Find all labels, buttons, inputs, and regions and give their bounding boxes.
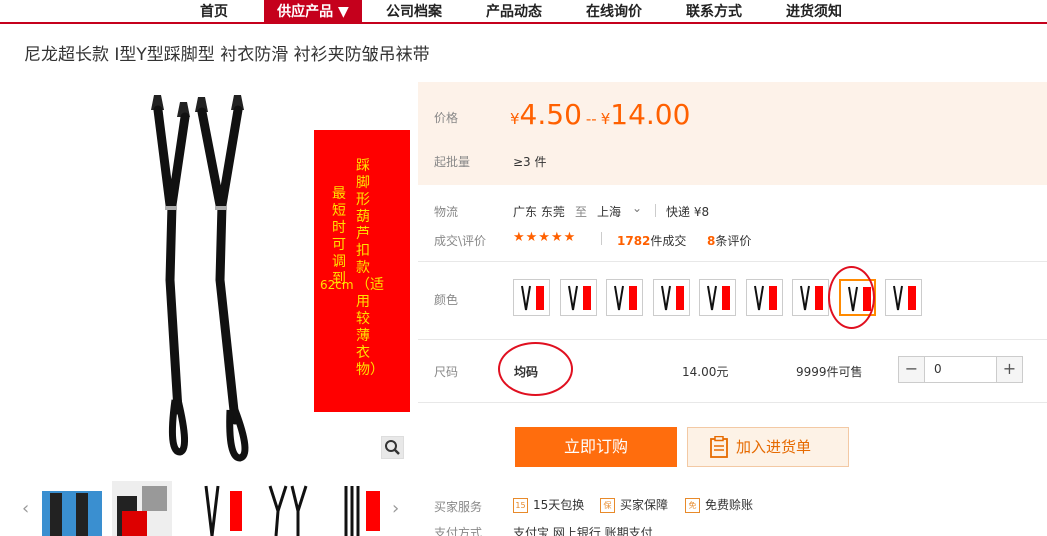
- banner-text-side: 最短时可调到: [332, 186, 346, 287]
- color-swatch[interactable]: [745, 279, 783, 316]
- reviews-count[interactable]: 8条评价: [707, 232, 751, 249]
- services-label: 买家服务: [434, 500, 483, 514]
- color-swatch[interactable]: [606, 279, 643, 316]
- logistics-from: 广东 东莞: [513, 205, 565, 219]
- annotation-circle: [828, 266, 875, 329]
- deals-count[interactable]: 1782件成交: [617, 232, 686, 249]
- color-swatch[interactable]: [652, 279, 690, 316]
- currency-symbol: ¥: [600, 110, 611, 128]
- logistics-to-word: 至: [575, 205, 588, 219]
- size-price: 14.00元: [682, 365, 729, 379]
- size-stock: 9999件可售: [796, 365, 863, 379]
- search-icon: [385, 440, 400, 455]
- service-exchange[interactable]: 15 15天包换: [513, 496, 585, 513]
- nav-guide[interactable]: 进货须知: [776, 0, 852, 24]
- zoom-button[interactable]: [381, 436, 404, 459]
- product-main-image[interactable]: 踩脚形葫芦扣款（适用较薄衣物） 最短时可调到 62cm: [20, 80, 412, 465]
- thumbnail[interactable]: [192, 481, 252, 536]
- thumbnail[interactable]: [258, 481, 318, 536]
- service-exchange-text: 15天包换: [533, 498, 585, 512]
- rating-stars: ★★★★★: [513, 230, 577, 245]
- thumbnail[interactable]: [338, 481, 398, 536]
- thumbnail-strip: [20, 475, 410, 536]
- banner-text-main: 踩脚形葫芦扣款（适用较薄衣物）: [356, 158, 384, 378]
- currency-symbol: ¥: [510, 110, 520, 128]
- add-to-cart-button[interactable]: 加入进货单: [687, 427, 849, 467]
- divider: [418, 339, 1047, 340]
- price-label: 价格: [434, 111, 459, 125]
- price-min: 4.50: [519, 98, 582, 131]
- nav-home[interactable]: 首页: [184, 0, 244, 24]
- cart-list-icon: [710, 436, 728, 458]
- payment-label: 支付方式: [434, 526, 483, 536]
- divider: [418, 261, 1047, 262]
- top-nav: 首页 供应产品 ▼ 公司档案 产品动态 在线询价 联系方式 进货须知: [0, 0, 1047, 24]
- service-credit-text: 免费赊账: [705, 498, 754, 512]
- add-to-cart-label: 加入进货单: [736, 438, 812, 456]
- shipping-fee: 快递 ¥8: [666, 205, 710, 219]
- nav-inquiry[interactable]: 在线询价: [576, 0, 652, 24]
- price-range: ¥4.50 -- ¥14.00: [510, 98, 690, 131]
- nav-contact[interactable]: 联系方式: [676, 0, 752, 24]
- price-separator: --: [585, 110, 597, 128]
- color-swatch[interactable]: [559, 279, 597, 316]
- buy-now-button[interactable]: 立即订购: [515, 427, 677, 467]
- logistics-label: 物流: [434, 205, 459, 219]
- nav-products[interactable]: 供应产品 ▼: [264, 0, 362, 24]
- color-label: 颜色: [434, 293, 459, 307]
- credit-badge-icon: 免: [685, 498, 700, 513]
- plus-icon[interactable]: +: [996, 357, 1022, 382]
- annotation-circle: [498, 342, 573, 396]
- chevron-down-icon[interactable]: ⌄: [632, 201, 642, 215]
- quantity-stepper: − +: [898, 356, 1023, 383]
- size-label: 尺码: [434, 365, 459, 379]
- divider: [601, 232, 602, 245]
- minus-icon[interactable]: −: [899, 357, 925, 382]
- exchange-badge-icon: 15: [513, 498, 528, 513]
- divider: [418, 402, 1047, 403]
- deals-label: 成交\评价: [434, 234, 487, 248]
- moq-label: 起批量: [434, 155, 471, 169]
- reviews-count-suffix: 条评价: [715, 234, 752, 248]
- nav-news[interactable]: 产品动态: [476, 0, 552, 24]
- suspender-illustration: [151, 95, 412, 462]
- color-swatch[interactable]: [699, 279, 736, 316]
- service-credit[interactable]: 免免费赊账: [685, 496, 754, 513]
- banner-text-size: 62cm: [320, 278, 354, 292]
- divider: [655, 204, 656, 217]
- nav-company[interactable]: 公司档案: [376, 0, 452, 24]
- color-swatch[interactable]: [792, 279, 829, 316]
- logistics-destination-select[interactable]: 上海: [597, 203, 621, 220]
- quantity-input[interactable]: [926, 357, 996, 382]
- deals-count-number: 1782: [617, 234, 651, 248]
- payment-methods: 支付宝 网上银行 账期支付: [513, 526, 653, 536]
- moq-value: ≥3 件: [513, 155, 547, 169]
- product-title: 尼龙超长款 I型Y型踩脚型 衬衣防滑 衬衫夹防皱吊袜带: [24, 45, 430, 65]
- deals-count-suffix: 件成交: [650, 234, 687, 248]
- color-swatch[interactable]: [513, 279, 550, 316]
- protection-badge-icon: 保: [600, 498, 615, 513]
- thumbnail[interactable]: [42, 481, 102, 536]
- price-max: 14.00: [610, 98, 691, 131]
- thumbnail[interactable]: [112, 481, 172, 536]
- service-protection-text: 买家保障: [620, 498, 669, 512]
- color-swatch[interactable]: [885, 279, 922, 316]
- service-protection[interactable]: 保买家保障: [600, 496, 669, 513]
